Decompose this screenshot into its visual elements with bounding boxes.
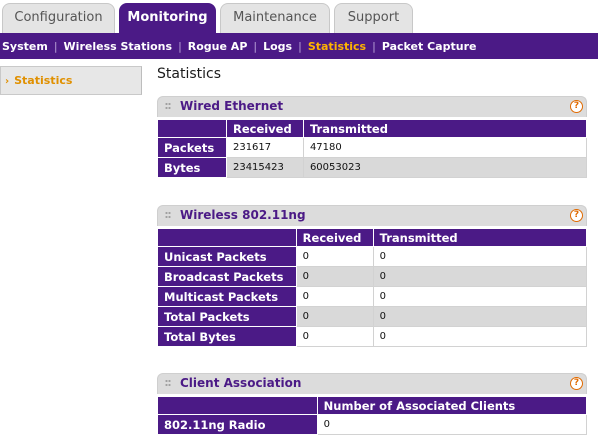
grip-icon [165,211,171,219]
table-corner [157,396,318,415]
row-label: Total Packets [157,306,297,327]
tab-monitoring[interactable]: Monitoring [119,3,216,33]
help-icon[interactable]: ? [570,377,583,390]
table-row: Multicast Packets 0 0 [157,286,588,307]
wireless-header: Wireless 802.11ng ? [157,205,587,226]
column-header-transmitted: Transmitted [372,228,588,247]
row-label: Total Bytes [157,326,297,347]
table-header-row: Received Transmitted [157,228,588,247]
section-title: Client Association [180,376,302,390]
subnav-packet-capture[interactable]: Packet Capture [382,40,477,53]
client-association-table: Number of Associated Clients 802.11ng Ra… [157,396,588,435]
grip-icon [165,102,171,110]
column-header-transmitted: Transmitted [302,119,588,138]
table-corner [157,119,227,138]
subnav-separator: | [53,39,58,53]
column-header-received: Received [225,119,304,138]
received-value: 231617 [225,137,304,158]
row-label: Multicast Packets [157,286,297,307]
wireless-table: Received Transmitted Unicast Packets 0 0… [157,228,588,347]
tab-support[interactable]: Support [334,3,413,33]
client-association-header: Client Association ? [157,373,587,394]
page-title: Statistics [157,66,221,82]
received-value: 0 [295,326,374,347]
associated-clients-value: 0 [316,414,588,435]
wired-ethernet-header: Wired Ethernet ? [157,96,587,117]
received-value: 23415423 [225,157,304,178]
main-tabs: Configuration Monitoring Maintenance Sup… [0,0,598,33]
subnav-system[interactable]: System [2,40,48,53]
wired-ethernet-table: Received Transmitted Packets 231617 4718… [157,119,588,178]
row-label: 802.11ng Radio [157,414,318,435]
table-row: Bytes 23415423 60053023 [157,157,588,178]
subnav-separator: | [372,39,376,53]
transmitted-value: 0 [372,306,588,327]
table-header-row: Received Transmitted [157,119,588,138]
row-label: Broadcast Packets [157,266,297,287]
subnav-separator: | [298,39,302,53]
help-icon[interactable]: ? [570,100,583,113]
table-row: Broadcast Packets 0 0 [157,266,588,287]
section-title: Wireless 802.11ng [180,208,306,222]
table-corner [157,228,297,247]
subnav-statistics[interactable]: Statistics [308,40,366,53]
received-value: 0 [295,246,374,267]
transmitted-value: 0 [372,266,588,287]
subnav-rogue-ap[interactable]: Rogue AP [188,40,248,53]
table-row: Total Bytes 0 0 [157,326,588,347]
subnav-logs[interactable]: Logs [263,40,292,53]
subnav-separator: | [178,39,182,53]
chevron-right-icon: › [5,76,10,87]
table-row: Total Packets 0 0 [157,306,588,327]
section-title: Wired Ethernet [180,99,284,113]
tab-maintenance[interactable]: Maintenance [220,3,330,33]
sub-navigation: System | Wireless Stations | Rogue AP | … [0,33,598,59]
row-label: Packets [157,137,227,158]
column-header-associated-clients: Number of Associated Clients [316,396,588,415]
tab-configuration[interactable]: Configuration [2,3,115,33]
row-label: Bytes [157,157,227,178]
table-header-row: Number of Associated Clients [157,396,588,415]
transmitted-value: 0 [372,326,588,347]
transmitted-value: 0 [372,286,588,307]
received-value: 0 [295,266,374,287]
subnav-separator: | [253,39,258,53]
row-label: Unicast Packets [157,246,297,267]
leftnav-item-label: Statistics [14,74,73,87]
table-row: 802.11ng Radio 0 [157,414,588,435]
table-row: Packets 231617 47180 [157,137,588,158]
table-row: Unicast Packets 0 0 [157,246,588,267]
column-header-received: Received [295,228,374,247]
leftnav-item-statistics[interactable]: › Statistics [0,66,142,95]
grip-icon [165,379,171,387]
transmitted-value: 0 [372,246,588,267]
subnav-wireless-stations[interactable]: Wireless Stations [64,40,173,53]
transmitted-value: 47180 [302,137,588,158]
received-value: 0 [295,306,374,327]
received-value: 0 [295,286,374,307]
transmitted-value: 60053023 [302,157,588,178]
help-icon[interactable]: ? [570,209,583,222]
